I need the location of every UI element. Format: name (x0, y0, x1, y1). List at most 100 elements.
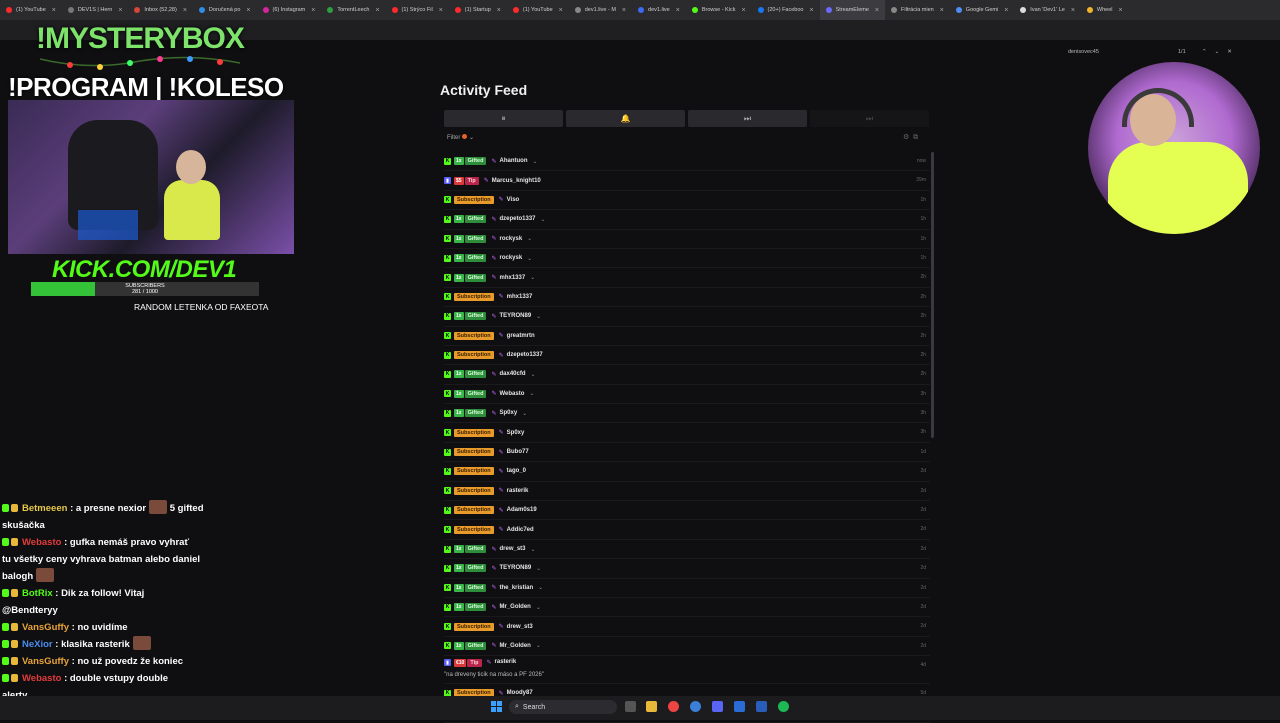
feed-row[interactable]: K Subscription ✎ Viso 1h (444, 191, 930, 211)
feed-row[interactable]: K 1x Gifted ✎ Webasto ⌄ 3h (444, 385, 930, 405)
feed-row[interactable]: K 1x Gifted ✎ dax40cfd ⌄ 2h (444, 365, 930, 385)
notepad-icon[interactable] (734, 701, 745, 712)
browser-tab[interactable]: TorrentLeech × (321, 0, 385, 20)
feed-row[interactable]: K 1x Gifted ✎ mhx1337 ⌄ 2h (444, 268, 930, 288)
event-username[interactable]: Addic7ed (507, 527, 534, 533)
close-icon[interactable]: × (118, 7, 122, 14)
chevron-down-icon[interactable]: ⌄ (522, 410, 527, 417)
close-icon[interactable]: × (497, 7, 501, 14)
chevron-down-icon[interactable]: ⌄ (538, 584, 543, 591)
feed-row[interactable]: K 1x Gifted ✎ rockysk ⌄ 1h (444, 249, 930, 269)
browser-tab[interactable]: (6) Instagram × (257, 0, 322, 20)
chevron-down-icon[interactable]: ⌄ (536, 313, 541, 320)
event-username[interactable]: tago_0 (507, 468, 526, 474)
feed-row[interactable]: K 1x Gifted ✎ Mr_Golden ⌄ 2d (444, 598, 930, 618)
filter-dropdown[interactable]: Filter ⌄ (447, 134, 474, 141)
event-username[interactable]: the_kristian (499, 585, 533, 591)
chevron-down-icon[interactable]: ⌄ (527, 235, 532, 242)
feed-row[interactable]: K 1x Gifted ✎ the_kristian ⌄ 2d (444, 579, 930, 598)
discord-icon[interactable] (712, 701, 723, 712)
event-username[interactable]: rasterik (507, 488, 529, 494)
event-username[interactable]: greatmrtn (507, 333, 535, 339)
chevron-down-icon[interactable]: ⌄ (541, 216, 546, 223)
event-username[interactable]: drew_st3 (507, 624, 533, 630)
event-username[interactable]: drew_st3 (499, 546, 525, 552)
event-username[interactable]: Sp0xy (507, 430, 525, 436)
chevron-down-icon[interactable]: ⌄ (536, 604, 541, 611)
chevron-down-icon[interactable]: ⌄ (532, 158, 537, 165)
event-username[interactable]: Bubo77 (507, 449, 529, 455)
chevron-down-icon[interactable]: ⌄ (527, 255, 532, 262)
event-username[interactable]: dax40cfd (499, 371, 525, 377)
chevron-down-icon[interactable]: ⌄ (530, 274, 535, 281)
browser-tab[interactable]: (1) Startup × (449, 0, 507, 20)
browser-tab[interactable]: Browse - Kick × (686, 0, 752, 20)
popout-icon[interactable]: ⧉ (913, 134, 918, 141)
feed-row[interactable]: K Subscription ✎ Bubo77 1d (444, 443, 930, 463)
taskbar-search[interactable]: ⌕ Search (509, 700, 617, 714)
close-icon[interactable]: × (559, 7, 563, 14)
close-icon[interactable]: × (311, 7, 315, 14)
browser-tab[interactable]: DEV1S | Hern × (62, 0, 129, 20)
chrome-icon[interactable] (668, 701, 679, 712)
close-icon[interactable]: × (375, 7, 379, 14)
feed-row[interactable]: K 1x Gifted ✎ Sp0xy ⌄ 3h (444, 404, 930, 424)
browser-tab[interactable]: StreamEleme × (819, 0, 885, 20)
feed-row[interactable]: K Subscription ✎ Adam0s19 2d (444, 501, 930, 521)
browser-tab[interactable]: Filtrácia mien × (885, 0, 950, 20)
close-icon[interactable]: × (52, 7, 56, 14)
event-username[interactable]: rasterik (495, 659, 517, 665)
browser-tab[interactable]: Google Gemi × (950, 0, 1015, 20)
event-username[interactable]: dzepeto1337 (499, 216, 535, 222)
browser-tab[interactable]: (1) YouTube × (0, 0, 62, 20)
chevron-down-icon[interactable]: ⌄ (536, 565, 541, 572)
event-username[interactable]: rockysk (499, 236, 522, 242)
feed-row[interactable]: K Subscription ✎ drew_st3 2d (444, 617, 930, 637)
close-icon[interactable]: × (1119, 7, 1123, 14)
close-icon[interactable]: × (940, 7, 944, 14)
app-icon[interactable] (690, 701, 701, 712)
close-icon[interactable]: × (622, 7, 626, 14)
close-icon[interactable]: × (809, 7, 813, 14)
chevron-down-icon[interactable]: ⌄ (536, 642, 541, 649)
close-icon[interactable]: × (875, 7, 879, 14)
event-username[interactable]: Adam0s19 (507, 507, 537, 513)
feed-row[interactable]: K Subscription ✎ rasterik 2d (444, 482, 930, 502)
feed-row[interactable]: K Subscription ✎ Sp0xy 3h (444, 423, 930, 443)
close-icon[interactable]: × (439, 7, 443, 14)
browser-tab[interactable]: dev1.live - M × (569, 0, 632, 20)
browser-tab[interactable]: Ivan 'Dev1' Le × (1014, 0, 1081, 20)
vscode-icon[interactable] (756, 701, 767, 712)
windows-start-icon[interactable] (491, 701, 502, 712)
mute-alerts-button[interactable]: 🔔 (566, 110, 685, 127)
close-icon[interactable]: × (676, 7, 680, 14)
event-username[interactable]: Mr_Golden (499, 643, 530, 649)
close-icon[interactable]: × (1071, 7, 1075, 14)
feed-row[interactable]: K Subscription ✎ tago_0 2d (444, 462, 930, 482)
event-username[interactable]: Webasto (499, 391, 524, 397)
browser-tab[interactable]: (1) YouTube × (507, 0, 569, 20)
feed-row[interactable]: ▮ €10 Tip ✎ rasterik 4d "na dreveny ticik na m… (444, 656, 930, 685)
event-username[interactable]: TEYRON89 (499, 565, 531, 571)
find-close-icon[interactable]: ✕ (1227, 49, 1232, 55)
event-username[interactable]: Mr_Golden (499, 604, 530, 610)
task-view-icon[interactable] (625, 701, 636, 712)
feed-row[interactable]: K Subscription ✎ greatmrtn 2h (444, 327, 930, 346)
feed-row[interactable]: K 1x Gifted ✎ Mr_Golden ⌄ 2d (444, 637, 930, 657)
event-username[interactable]: mhx1337 (499, 275, 525, 281)
close-icon[interactable]: × (741, 7, 745, 14)
event-username[interactable]: Ahantuon (499, 158, 527, 164)
feed-row[interactable]: K Subscription ✎ dzepeto1337 2h (444, 346, 930, 366)
chevron-down-icon[interactable]: ⌄ (529, 390, 534, 397)
close-icon[interactable]: × (1004, 7, 1008, 14)
feed-row[interactable]: K 1x Gifted ✎ rockysk ⌄ 1h (444, 230, 930, 249)
chevron-down-icon[interactable]: ⌄ (531, 546, 536, 553)
gear-icon[interactable]: ⚙ (903, 134, 909, 141)
event-username[interactable]: Marcus_knight10 (492, 178, 541, 184)
feed-scrollbar[interactable] (931, 152, 934, 438)
feed-row[interactable]: K 1x Gifted ✎ drew_st3 ⌄ 2d (444, 540, 930, 560)
close-icon[interactable]: × (183, 7, 187, 14)
skip-all-button[interactable]: ⏭ (810, 110, 929, 127)
feed-row[interactable]: K Subscription ✎ mhx1337 2h (444, 288, 930, 308)
spotify-icon[interactable] (778, 701, 789, 712)
